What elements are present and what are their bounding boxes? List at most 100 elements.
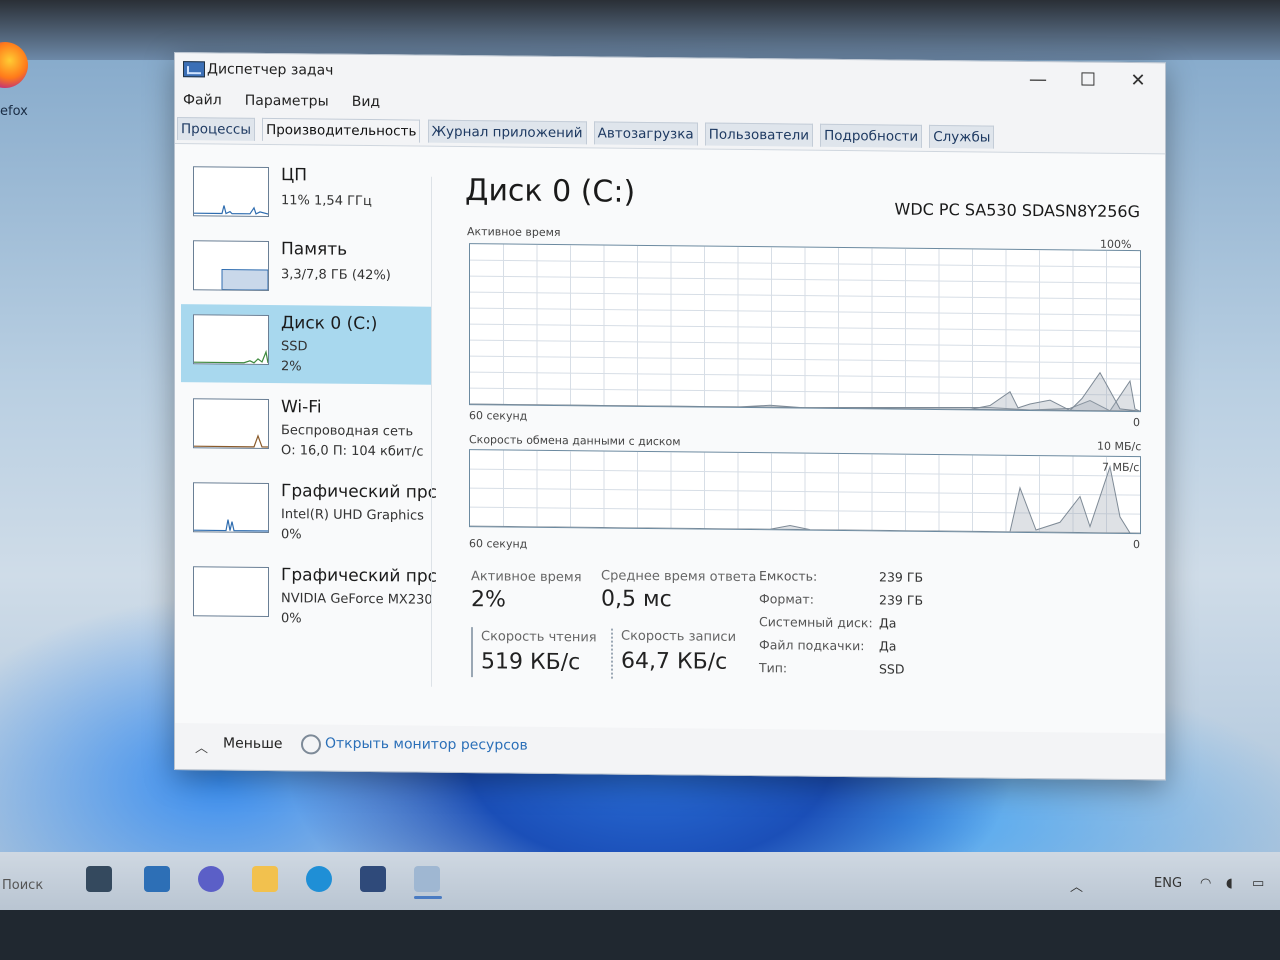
tab-app-history[interactable]: Журнал приложений (427, 119, 587, 145)
read-speed-label: Скорость чтения (481, 629, 597, 646)
open-resource-monitor-link[interactable]: Открыть монитор ресурсов (325, 736, 528, 754)
perf-item-title: Wi-Fi (281, 397, 322, 418)
window-title: Диспетчер задач (207, 61, 334, 79)
perf-item-detail: SSD (281, 339, 308, 355)
perf-item-detail: Беспроводная сеть (281, 423, 414, 440)
perf-item-detail: 3,3/7,8 ГБ (42%) (281, 267, 391, 284)
taskbar-search[interactable]: Поиск (2, 878, 43, 893)
format-label: Формат: (759, 591, 814, 607)
desktop-top-band (0, 0, 1280, 60)
active-app-indicator (414, 896, 442, 899)
tab-users[interactable]: Пользователи (704, 122, 814, 147)
panel-divider (431, 176, 432, 687)
perf-item-throughput: О: 16,0 П: 104 кбит/с (281, 443, 424, 460)
tab-performance[interactable]: Производительность (262, 117, 421, 143)
transfer-rate-graph-min: 0 (1133, 538, 1140, 552)
page-file-value: Да (879, 638, 897, 654)
disk-title: Диск 0 (C:) (465, 173, 636, 210)
format-value: 239 ГБ (879, 592, 924, 608)
perf-item-title: Графический прс (281, 481, 438, 503)
memory-thumbnail-graph (193, 240, 269, 291)
wifi-icon[interactable]: ◠ (1200, 876, 1211, 891)
store-icon[interactable] (360, 866, 386, 892)
disk-thumbnail-graph (193, 314, 269, 365)
response-time-stat-label: Среднее время ответа (601, 568, 757, 586)
perf-item-gpu-nvidia[interactable]: Графический прс NVIDIA GeForce MX230 0% (181, 556, 437, 637)
taskbar: Поиск ︿ ENG ◠ ◖ ▭ (0, 852, 1280, 910)
page-file-label: Файл подкачки: (759, 637, 865, 654)
maximize-button[interactable]: ☐ (1065, 66, 1111, 94)
task-manager-window: Диспетчер задач — ☐ ✕ Файл Параметры Вид… (174, 52, 1166, 781)
read-speed-marker (471, 627, 473, 678)
tray-overflow-icon[interactable]: ︿ (1070, 876, 1083, 895)
gpu-intel-thumbnail-graph (193, 482, 269, 533)
perf-item-memory[interactable]: Память 3,3/7,8 ГБ (42%) (181, 230, 431, 311)
minimize-button[interactable]: — (1015, 66, 1061, 94)
response-time-stat-value: 0,5 мс (601, 586, 672, 613)
perf-item-detail: NVIDIA GeForce MX230 (281, 591, 433, 608)
write-speed-label: Скорость записи (621, 628, 737, 645)
capacity-value: 239 ГБ (879, 569, 924, 585)
tab-startup[interactable]: Автозагрузка (593, 121, 698, 146)
widgets-icon[interactable] (144, 866, 170, 892)
perf-item-usage: 2% (281, 359, 302, 375)
tab-details[interactable]: Подробности (820, 123, 923, 148)
gpu-nvidia-thumbnail-graph (193, 566, 269, 617)
active-time-stat-label: Активное время (471, 569, 582, 586)
firefox-icon-label: efox (0, 104, 28, 119)
transfer-rate-graph-duration: 60 секунд (469, 537, 528, 551)
perf-item-detail: Intel(R) UHD Graphics (281, 507, 424, 524)
system-disk-value: Да (879, 615, 897, 631)
active-time-graph-label: Активное время (467, 225, 561, 240)
file-explorer-icon[interactable] (252, 866, 278, 892)
menu-file[interactable]: Файл (175, 92, 230, 109)
cpu-thumbnail-graph (193, 166, 269, 217)
menu-options[interactable]: Параметры (237, 93, 337, 110)
perf-item-title: Диск 0 (C:) (281, 313, 378, 335)
task-view-icon[interactable] (86, 866, 112, 892)
type-value: SSD (879, 661, 905, 677)
perf-item-detail: 11% 1,54 ГГц (281, 193, 372, 210)
performance-content: ЦП 11% 1,54 ГГц Память 3,3/7,8 ГБ (42%) … (175, 143, 1165, 735)
active-time-graph-duration: 60 секунд (469, 409, 528, 423)
write-speed-marker (611, 628, 615, 679)
active-time-graph (469, 243, 1141, 413)
disk-model: WDC PC SA530 SDASN8Y256G (894, 199, 1140, 222)
transfer-rate-graph-max: 10 МБ/с (1097, 439, 1142, 454)
perf-item-gpu-intel[interactable]: Графический прс Intel(R) UHD Graphics 0% (181, 472, 437, 553)
menu-view[interactable]: Вид (344, 94, 388, 110)
capacity-label: Емкость: (759, 568, 818, 584)
write-speed-value: 64,7 КБ/с (621, 648, 728, 675)
task-manager-app-icon (183, 61, 205, 78)
active-time-stat-value: 2% (471, 587, 506, 613)
tab-services[interactable]: Службы (929, 124, 995, 149)
wifi-thumbnail-graph (193, 398, 269, 449)
volume-icon[interactable]: ◖ (1226, 876, 1233, 891)
chat-icon[interactable] (198, 866, 224, 892)
edge-browser-icon[interactable] (306, 866, 332, 892)
transfer-rate-graph: 7 МБ/с (469, 449, 1141, 535)
system-disk-label: Системный диск: (759, 614, 873, 631)
perf-item-wifi[interactable]: Wi-Fi Беспроводная сеть О: 16,0 П: 104 к… (181, 388, 431, 469)
screen-bezel (0, 910, 1280, 960)
perf-item-disk[interactable]: Диск 0 (C:) SSD 2% (181, 304, 431, 385)
active-time-graph-min: 0 (1133, 416, 1140, 430)
perf-item-title: Память (281, 239, 348, 260)
transfer-rate-inner-scale: 7 МБ/с (1102, 460, 1140, 475)
transfer-rate-graph-label: Скорость обмена данными с диском (469, 433, 681, 449)
fewer-details-button[interactable]: Меньше (223, 736, 283, 753)
read-speed-value: 519 КБ/с (481, 649, 581, 676)
tab-processes[interactable]: Процессы (177, 117, 255, 141)
perf-item-title: ЦП (281, 165, 307, 186)
language-indicator[interactable]: ENG (1154, 876, 1182, 891)
battery-icon[interactable]: ▭ (1252, 876, 1264, 891)
task-manager-taskbar-icon[interactable] (414, 866, 440, 892)
footer-bar: ︿ Меньше Открыть монитор ресурсов (175, 723, 1165, 778)
perf-item-cpu[interactable]: ЦП 11% 1,54 ГГц (181, 156, 431, 237)
close-button[interactable]: ✕ (1115, 67, 1161, 95)
resource-monitor-icon (301, 734, 321, 755)
perf-item-title: Графический прс (281, 565, 438, 587)
type-label: Тип: (759, 660, 788, 676)
perf-item-usage: 0% (281, 527, 302, 543)
chevron-up-icon[interactable]: ︿ (195, 737, 208, 756)
